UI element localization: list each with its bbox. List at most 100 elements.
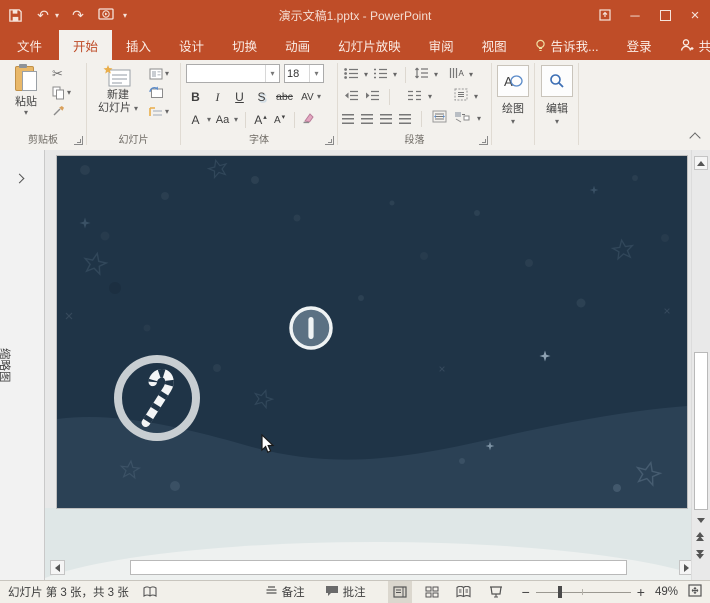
share-button[interactable]: 共享 [666,30,710,60]
paragraph-dialog-launcher-icon[interactable] [479,136,488,145]
align-center-icon[interactable] [361,114,373,124]
hscroll-right-icon[interactable] [679,560,691,575]
align-text-icon[interactable] [454,88,468,106]
italic-button[interactable]: I [210,88,225,106]
clear-formatting-icon[interactable] [302,111,316,129]
editing-button[interactable]: 编辑 ▾ [542,65,572,126]
sign-in-button[interactable]: 登录 [613,30,666,60]
paste-dropdown-icon[interactable]: ▾ [24,109,28,117]
tab-slideshow[interactable]: 幻灯片放映 [324,30,415,60]
spacing-dropdown-icon[interactable]: ▾ [317,93,321,101]
editing-dropdown-icon[interactable]: ▾ [555,118,559,126]
vscroll-up-icon[interactable] [694,156,708,170]
new-slide-dropdown-icon[interactable]: ▾ [134,105,138,113]
zoom-out-icon[interactable]: − [522,584,530,600]
tab-review[interactable]: 审阅 [415,30,468,60]
underline-button[interactable]: U [232,88,247,106]
change-case-button[interactable]: Aa [215,111,230,129]
bullets-dropdown-icon[interactable]: ▾ [364,71,368,79]
reset-button[interactable] [147,83,171,102]
font-color-button[interactable]: A [188,111,203,129]
maximize-icon[interactable] [650,0,680,30]
tell-me-box[interactable]: 告诉我... [521,30,613,60]
text-direction-dropdown-icon[interactable]: ▾ [469,71,473,79]
section-button[interactable]: ▾ [147,102,171,121]
decrease-indent-icon[interactable] [344,88,359,106]
redo-icon[interactable]: ↷ [69,6,87,24]
copy-button[interactable]: ▾ [50,83,73,102]
view-slide-sorter-button[interactable] [420,581,444,603]
grow-font-button[interactable]: A▴ [253,111,268,129]
font-dialog-launcher-icon[interactable] [325,136,334,145]
tab-transitions[interactable]: 切换 [218,30,271,60]
line-spacing-icon[interactable] [414,66,429,84]
cut-button[interactable]: ✂ [50,64,73,83]
ribbon-display-options-icon[interactable] [590,0,620,30]
section-dropdown-icon[interactable]: ▾ [165,108,169,116]
vscroll-down-icon[interactable] [694,514,708,527]
change-case-dropdown-icon[interactable]: ▾ [234,116,238,124]
bold-button[interactable]: B [188,88,203,106]
undo-dropdown-icon[interactable]: ▾ [55,11,59,20]
collapse-ribbon-icon[interactable] [689,132,700,143]
smartart-dropdown-icon[interactable]: ▾ [477,115,481,123]
zoom-level[interactable]: 49% [655,586,678,598]
vscroll-thumb[interactable] [694,352,708,510]
zoom-in-icon[interactable]: + [637,584,645,600]
hscroll-left-icon[interactable] [50,560,65,575]
numbering-icon[interactable] [373,66,388,84]
layout-dropdown-icon[interactable]: ▾ [165,70,169,78]
view-normal-button[interactable] [388,581,412,603]
align-text-dropdown-icon[interactable]: ▾ [474,93,478,101]
text-direction-icon[interactable]: A [449,66,464,84]
character-spacing-button[interactable]: AV [300,88,315,106]
drawing-dropdown-icon[interactable]: ▾ [511,118,515,126]
next-slide-icon[interactable] [696,550,704,559]
minimize-icon[interactable]: ─ [620,0,650,30]
paste-button[interactable]: 粘贴 ▾ [6,65,46,117]
tab-home[interactable]: 开始 [59,30,112,60]
text-shadow-button[interactable]: S [254,88,269,106]
shrink-font-button[interactable]: A▾ [272,111,287,129]
save-icon[interactable] [6,6,24,24]
start-slideshow-icon[interactable] [97,6,115,24]
text-fit-icon[interactable] [432,110,447,128]
spell-check-icon[interactable] [143,586,158,599]
bullets-icon[interactable] [344,66,359,84]
drawing-button[interactable]: A 绘图 ▾ [498,65,528,126]
tab-insert[interactable]: 插入 [112,30,165,60]
close-icon[interactable]: × [680,0,710,30]
expand-thumbnails-icon[interactable] [15,174,25,184]
tab-file[interactable]: 文件 [0,30,59,60]
align-right-icon[interactable] [380,114,392,124]
columns-icon[interactable] [407,88,422,106]
strikethrough-button[interactable]: abc [276,88,293,106]
slide[interactable] [57,156,687,508]
new-slide-button[interactable]: 新建 幻灯片▾ [91,65,145,115]
tab-animations[interactable]: 动画 [271,30,324,60]
fit-to-window-icon[interactable] [688,584,702,600]
justify-icon[interactable] [399,114,411,124]
qat-customize-icon[interactable]: ▾ [123,11,127,20]
clipboard-dialog-launcher-icon[interactable] [74,136,83,145]
format-painter-button[interactable] [50,102,73,121]
zoom-slider-thumb[interactable] [558,586,562,598]
font-name-combo[interactable]: ▾ [186,64,280,83]
tab-view[interactable]: 视图 [468,30,521,60]
font-size-combo[interactable]: 18▾ [284,64,324,83]
columns-dropdown-icon[interactable]: ▾ [428,93,432,101]
line-spacing-dropdown-icon[interactable]: ▾ [434,71,438,79]
notes-toggle[interactable]: 备注 [265,584,305,600]
layout-button[interactable]: ▾ [147,64,171,83]
numbering-dropdown-icon[interactable]: ▾ [393,71,397,79]
undo-icon[interactable]: ↶ [34,6,52,24]
view-reading-button[interactable] [452,581,476,603]
font-color-dropdown-icon[interactable]: ▾ [207,116,211,124]
copy-dropdown-icon[interactable]: ▾ [67,89,71,97]
view-slideshow-button[interactable] [484,581,508,603]
previous-slide-icon[interactable] [696,532,704,541]
align-left-icon[interactable] [342,114,354,124]
zoom-slider[interactable] [536,592,631,593]
hscroll-thumb[interactable] [130,560,627,575]
thumbnail-pane-label[interactable]: 缩略图 [0,348,13,383]
